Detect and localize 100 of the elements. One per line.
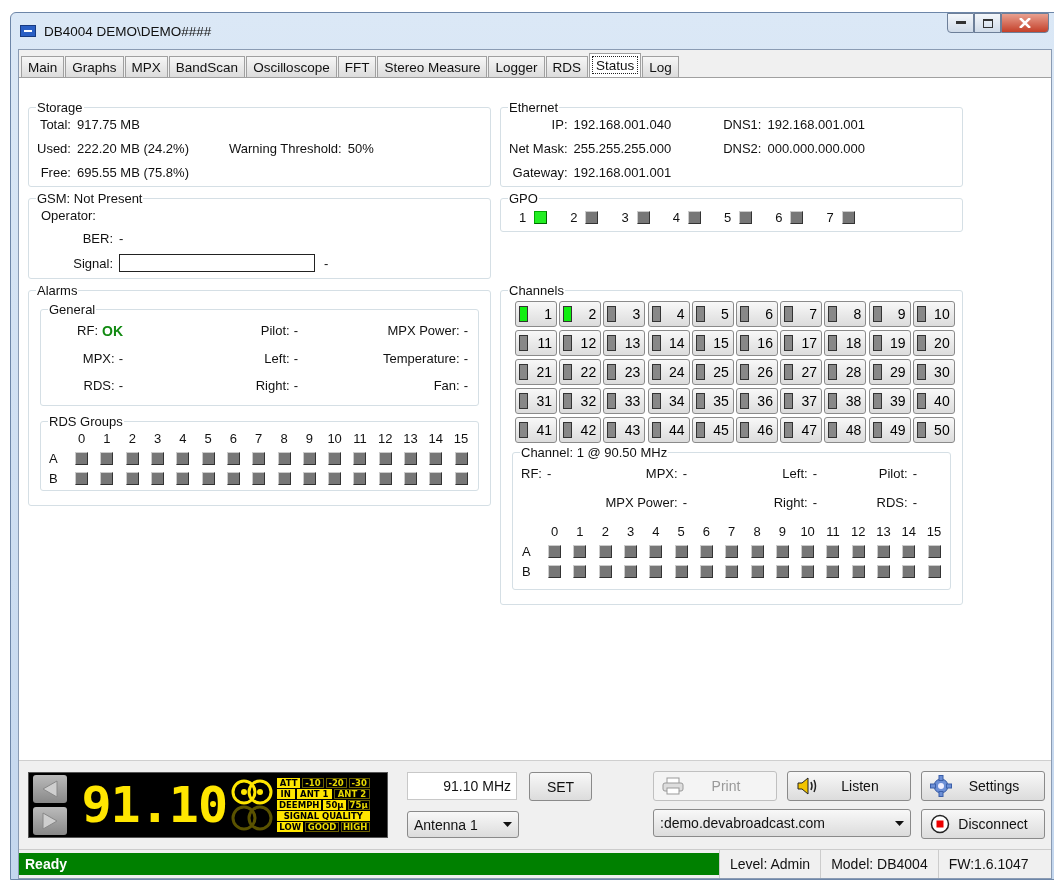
channel-button[interactable]: 33 [603, 388, 646, 414]
channel-button[interactable]: 21 [515, 359, 557, 385]
channel-button[interactable]: 44 [647, 417, 690, 443]
channel-button[interactable]: 23 [603, 359, 646, 385]
channel-button[interactable]: 5 [691, 301, 734, 327]
channel-button[interactable]: 30 [912, 359, 955, 385]
channel-button[interactable]: 29 [868, 359, 911, 385]
group-title: Ethernet [508, 100, 560, 115]
channel-button[interactable]: 45 [691, 417, 734, 443]
listen-button[interactable]: Listen [787, 771, 911, 801]
group-number: 9 [304, 431, 314, 446]
group-number: 13 [402, 431, 419, 446]
alarm-label: MPX Power: [387, 323, 460, 339]
tab[interactable]: BandScan [168, 56, 246, 77]
channel-button[interactable]: 37 [780, 388, 823, 414]
lcd-indicator: 50μ [323, 800, 346, 810]
tab[interactable]: MPX [124, 56, 168, 77]
measure-value: - [546, 466, 552, 481]
channel-button[interactable]: 28 [824, 359, 867, 385]
tab[interactable]: Stereo Measure [377, 56, 488, 77]
measure-label: RF: [521, 466, 542, 481]
tab[interactable]: Oscilloscope [246, 56, 337, 77]
field-label: IP: [550, 117, 568, 132]
group-number: 12 [376, 431, 394, 446]
close-button[interactable] [1001, 13, 1049, 33]
group-title: GSM: Not Present [36, 191, 144, 206]
channel-button[interactable]: 39 [868, 388, 911, 414]
tab[interactable]: Logger [488, 56, 545, 77]
channel-button[interactable]: 38 [824, 388, 867, 414]
channel-button[interactable]: 8 [824, 301, 867, 327]
set-button[interactable]: SET [529, 772, 592, 801]
channel-button[interactable]: 15 [691, 330, 734, 356]
channel-button[interactable]: 26 [735, 359, 778, 385]
channel-button[interactable]: 6 [735, 301, 778, 327]
field-value: 695.55 MB (75.8%) [76, 165, 189, 180]
channel-button[interactable]: 36 [735, 388, 778, 414]
channel-button[interactable]: 20 [912, 330, 955, 356]
alarm-value: - [118, 351, 123, 366]
channel-button[interactable]: 22 [559, 359, 602, 385]
lcd-indicator: -10 [302, 778, 324, 788]
channel-button[interactable]: 32 [559, 388, 602, 414]
channel-button[interactable]: 10 [912, 301, 955, 327]
tab[interactable]: Graphs [65, 56, 124, 77]
field-value: 255.255.255.000 [573, 141, 672, 156]
maximize-button[interactable] [974, 13, 1001, 33]
channel-button[interactable]: 2 [559, 301, 602, 327]
alarm-label: RF: [77, 323, 98, 339]
lcd-indicator: ANT 1 [296, 789, 333, 799]
channel-button[interactable]: 13 [603, 330, 646, 356]
alarm-label: Right: [255, 378, 290, 393]
channel-button[interactable]: 4 [647, 301, 690, 327]
group-number: 10 [326, 431, 343, 446]
channel-button[interactable]: 42 [559, 417, 602, 443]
channel-button[interactable]: 35 [691, 388, 734, 414]
tab[interactable]: Status [589, 53, 642, 77]
channel-button[interactable]: 17 [780, 330, 823, 356]
settings-button[interactable]: Settings [921, 771, 1045, 801]
group-number: 7 [254, 431, 264, 446]
channel-button[interactable]: 50 [912, 417, 955, 443]
alarm-label: RDS: [83, 378, 115, 393]
speaker-icon [796, 776, 818, 796]
channel-button[interactable]: 46 [735, 417, 778, 443]
channel-button[interactable]: 49 [868, 417, 911, 443]
channel-button[interactable]: 7 [780, 301, 823, 327]
measure-value: - [812, 495, 817, 510]
channel-button[interactable]: 1 [515, 301, 557, 327]
group-number: 7 [727, 524, 737, 539]
channel-button[interactable]: 12 [559, 330, 602, 356]
channel-button[interactable]: 19 [868, 330, 911, 356]
channel-button[interactable]: 34 [647, 388, 690, 414]
minimize-button[interactable] [947, 13, 974, 33]
channel-button[interactable]: 3 [603, 301, 646, 327]
tab[interactable]: RDS [545, 56, 589, 77]
channel-button[interactable]: 48 [824, 417, 867, 443]
field-label: Total: [38, 117, 71, 132]
channel-button[interactable]: 40 [912, 388, 955, 414]
frequency-field[interactable]: 91.10 MHz [407, 772, 517, 800]
channel-button[interactable]: 18 [824, 330, 867, 356]
tab[interactable]: Main [21, 56, 65, 77]
disconnect-button[interactable]: Disconnect [921, 809, 1045, 839]
channel-button[interactable]: 25 [691, 359, 734, 385]
host-dropdown[interactable]: :demo.devabroadcast.com [653, 809, 911, 837]
group-number: 11 [352, 431, 368, 446]
channel-button[interactable]: 14 [647, 330, 690, 356]
output-number: 6 [775, 210, 783, 225]
channel-button[interactable]: 16 [735, 330, 778, 356]
channel-button[interactable]: 31 [515, 388, 557, 414]
tab[interactable]: Log [642, 56, 679, 77]
channel-button[interactable]: 43 [603, 417, 646, 443]
tab[interactable]: FFT [337, 56, 377, 77]
channel-button[interactable]: 47 [780, 417, 823, 443]
group-number: 2 [127, 431, 137, 446]
antenna-dropdown[interactable]: Antenna 1 [407, 811, 519, 838]
channel-button[interactable]: 41 [515, 417, 557, 443]
channel-button[interactable]: 11 [515, 330, 557, 356]
channel-button[interactable]: 24 [647, 359, 690, 385]
lcd-indicator: HIGH [340, 822, 370, 832]
channel-button[interactable]: 9 [868, 301, 911, 327]
field-value: 917.75 MB [76, 117, 141, 132]
channel-button[interactable]: 27 [780, 359, 823, 385]
